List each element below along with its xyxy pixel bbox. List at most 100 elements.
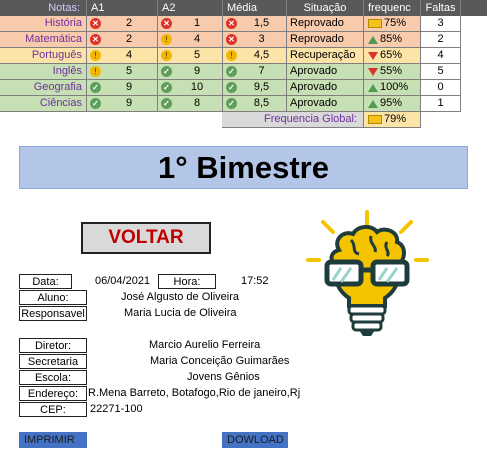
escola-value: Jovens Gênios xyxy=(187,371,260,383)
brain-lightbulb-with-glasses-icon xyxy=(305,210,430,340)
flat-trend-icon xyxy=(368,115,382,124)
check-circle-icon: ✓ xyxy=(161,66,172,77)
frequencia-value: 95% xyxy=(380,97,403,109)
grades-header: Notas: A1 A2 Média Situação frequenc Fal… xyxy=(0,0,487,16)
a2-cell: ! 5 xyxy=(158,48,223,64)
grade-row: Inglês! 5 ✓ 9 ✓ 7 Aprovado 55% 5 xyxy=(0,64,461,80)
situacao-value: Reprovado xyxy=(287,16,364,32)
exclamation-circle-icon: ! xyxy=(226,50,237,61)
situacao-value: Reprovado xyxy=(287,32,364,48)
a2-cell: ✓ 10 xyxy=(158,80,223,96)
subject-name: História xyxy=(0,16,87,32)
a2-value: 4 xyxy=(193,33,201,45)
a2-value: 5 xyxy=(193,49,201,61)
a2-cell: ✓ 8 xyxy=(158,96,223,112)
data-label: Data: xyxy=(19,274,72,289)
media-cell: ✓ 8,5 xyxy=(223,96,287,112)
media-value: 9,5 xyxy=(253,81,270,93)
check-circle-icon: ✓ xyxy=(226,82,237,93)
media-value: 3 xyxy=(258,33,265,45)
check-circle-icon: ✓ xyxy=(226,98,237,109)
a2-cell: ✕ 1 xyxy=(158,16,223,32)
faltas-value: 3 xyxy=(421,16,461,32)
global-frequency-value-cell: 79% xyxy=(364,112,421,128)
cep-label: CEP: xyxy=(19,402,87,417)
media-cell: ! 4,5 xyxy=(223,48,287,64)
a1-value: 5 xyxy=(125,65,133,77)
media-cell: ✕ 3 xyxy=(223,32,287,48)
faltas-value: 5 xyxy=(421,64,461,80)
global-frequency-value: 79% xyxy=(384,113,407,125)
a1-cell: ✓ 9 xyxy=(87,96,158,112)
media-cell: ✕ 1,5 xyxy=(223,16,287,32)
media-value: 7 xyxy=(258,65,265,77)
frequencia-cell: 55% xyxy=(364,64,421,80)
hora-label: Hora: xyxy=(158,274,216,289)
data-value: 06/04/2021 xyxy=(95,275,151,287)
a1-cell: ! 5 xyxy=(87,64,158,80)
media-value: 8,5 xyxy=(253,97,270,109)
secretaria-value: Maria Conceição Guimarães xyxy=(150,355,290,367)
situacao-value: Aprovado xyxy=(287,80,364,96)
situacao-value: Aprovado xyxy=(287,96,364,112)
global-frequency-label: Frequencia Global: xyxy=(222,112,364,128)
grade-row: História ✕ 2 ✕ 1 ✕ 1,5 Reprovado 75% 3 xyxy=(0,16,461,32)
frequencia-cell: 95% xyxy=(364,96,421,112)
subject-name: Ciências xyxy=(0,96,87,112)
responsavel-value: Maria Lucia de Oliveira xyxy=(124,307,237,319)
check-circle-icon: ✓ xyxy=(90,82,101,93)
check-circle-icon: ✓ xyxy=(161,98,172,109)
diretor-value: Marcio Aurelio Ferreira xyxy=(149,339,261,351)
frequencia-value: 100% xyxy=(380,81,409,93)
grade-row: Ciências ✓ 9 ✓ 8 ✓ 8,5 Aprovado 95% 1 xyxy=(0,96,461,112)
header-a2: A2 xyxy=(158,0,223,16)
aluno-label: Aluno: xyxy=(19,290,87,305)
cep-value: 22271-100 xyxy=(90,403,143,415)
a2-value: 10 xyxy=(190,81,204,93)
secretaria-label: Secretaria xyxy=(19,354,87,369)
exclamation-circle-icon: ! xyxy=(90,66,101,77)
endereco-label: Endereço: xyxy=(19,386,87,401)
frequencia-value: 85% xyxy=(380,33,403,45)
subject-name: Inglês xyxy=(0,64,87,80)
download-button[interactable]: DOWLOAD xyxy=(222,432,288,448)
frequencia-value: 75% xyxy=(384,17,407,29)
up-trend-icon xyxy=(368,35,378,44)
frequencia-value: 55% xyxy=(380,65,403,77)
imprimir-button[interactable]: IMPRIMIR xyxy=(19,432,87,448)
down-trend-icon xyxy=(368,67,378,76)
diretor-label: Diretor: xyxy=(19,338,87,353)
media-value: 4,5 xyxy=(253,49,270,61)
exclamation-circle-icon: ! xyxy=(161,50,172,61)
frequencia-cell: 75% xyxy=(364,16,421,32)
a1-value: 9 xyxy=(125,97,133,109)
media-cell: ✓ 9,5 xyxy=(223,80,287,96)
escola-label: Escola: xyxy=(19,370,87,385)
header-situacao: Situação xyxy=(287,0,364,16)
a2-value: 1 xyxy=(193,17,201,29)
a1-cell: ✓ 9 xyxy=(87,80,158,96)
x-circle-icon: ✕ xyxy=(90,34,101,45)
flat-trend-icon xyxy=(368,19,382,28)
faltas-value: 0 xyxy=(421,80,461,96)
up-trend-icon xyxy=(368,99,378,108)
header-faltas: Faltas xyxy=(421,0,461,16)
subject-name: Português xyxy=(0,48,87,64)
grade-row: Português! 4! 5! 4,5 Recuperação 65% 4 xyxy=(0,48,461,64)
check-circle-icon: ✓ xyxy=(226,66,237,77)
x-circle-icon: ✕ xyxy=(161,18,172,29)
subject-name: Geografia xyxy=(0,80,87,96)
a2-value: 8 xyxy=(193,97,201,109)
a1-cell: ! 4 xyxy=(87,48,158,64)
a1-value: 2 xyxy=(125,33,133,45)
header-notas: Notas: xyxy=(0,0,87,16)
aluno-value: José Algusto de Oliveira xyxy=(121,291,240,303)
faltas-value: 1 xyxy=(421,96,461,112)
faltas-value: 4 xyxy=(421,48,461,64)
a1-value: 4 xyxy=(125,49,133,61)
voltar-button[interactable]: VOLTAR xyxy=(81,222,211,254)
header-media: Média xyxy=(223,0,287,16)
a1-value: 9 xyxy=(125,81,133,93)
faltas-value: 2 xyxy=(421,32,461,48)
global-frequency-row: Frequencia Global: 79% xyxy=(222,112,421,128)
